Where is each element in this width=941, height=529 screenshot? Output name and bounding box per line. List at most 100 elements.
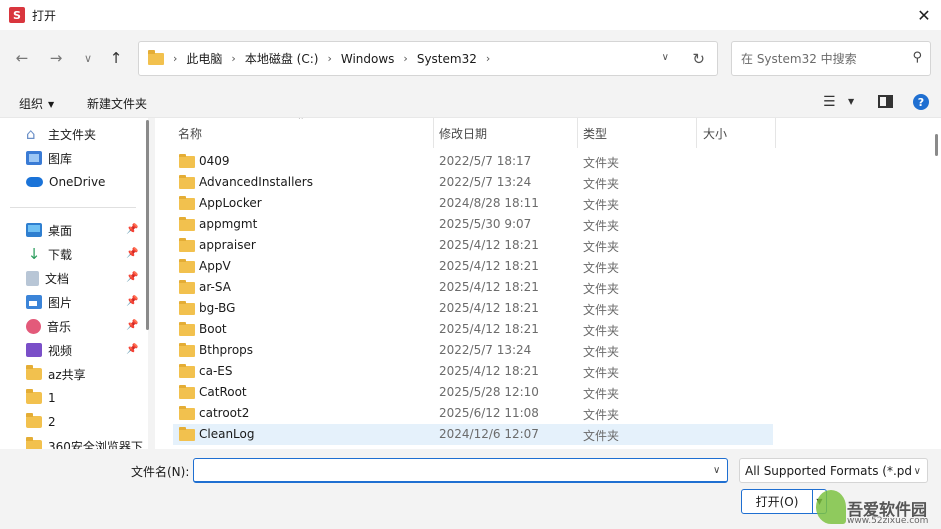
search-input[interactable]: 在 System32 中搜索 ⚲: [731, 41, 931, 76]
sidebar-item-pictures[interactable]: 图片 📌: [26, 291, 142, 313]
sidebar-item-gallery[interactable]: 图库: [26, 147, 142, 169]
app-icon: S: [9, 7, 25, 23]
file-modified: 2025/4/12 18:21: [439, 280, 539, 294]
file-type: 文件夹: [583, 429, 620, 443]
chevron-right-icon[interactable]: ›: [486, 52, 490, 65]
pin-icon[interactable]: 📌: [126, 224, 138, 235]
sidebar-item-documents[interactable]: 文档 📌: [26, 267, 142, 289]
file-modified: 2025/5/28 12:10: [439, 385, 539, 399]
file-row[interactable]: ca-ES 2025/4/12 18:21 文件夹: [173, 361, 773, 382]
file-modified: 2022/5/7 13:24: [439, 175, 532, 189]
open-options-button[interactable]: ▼: [813, 489, 827, 514]
folder-icon: [179, 301, 195, 315]
column-header-modified[interactable]: 修改日期: [439, 118, 577, 148]
pin-icon[interactable]: 📌: [126, 248, 138, 259]
file-type: 文件夹: [583, 387, 620, 401]
column-header-name[interactable]: 名称: [178, 118, 433, 148]
file-name: AppV: [199, 259, 231, 273]
back-button[interactable]: ←: [12, 48, 32, 68]
file-modified: 2022/5/7 13:24: [439, 343, 532, 357]
search-placeholder: 在 System32 中搜索: [741, 52, 857, 66]
file-list-scrollbar[interactable]: [935, 134, 938, 156]
pin-icon[interactable]: 📌: [126, 344, 138, 355]
breadcrumb-this-pc[interactable]: 此电脑: [186, 50, 222, 67]
arrow-right-icon: →: [49, 49, 63, 67]
sidebar-item-1[interactable]: 1: [26, 387, 142, 409]
column-divider[interactable]: [775, 118, 776, 148]
file-type-filter[interactable]: All Supported Formats (*.pd ∨: [739, 458, 928, 483]
sidebar-item-downloads[interactable]: ↓ 下载 📌: [26, 243, 142, 265]
file-type: 文件夹: [583, 282, 620, 296]
column-header-size[interactable]: 大小: [703, 118, 775, 148]
file-name: CleanLog: [199, 427, 255, 441]
file-row[interactable]: AppV 2025/4/12 18:21 文件夹: [173, 256, 773, 277]
filename-input[interactable]: [193, 458, 728, 483]
breadcrumb-local-disk[interactable]: 本地磁盘 (C:): [245, 50, 319, 67]
chevron-right-icon: ›: [327, 52, 332, 65]
pin-icon[interactable]: 📌: [126, 320, 138, 331]
pin-icon[interactable]: 📌: [126, 296, 138, 307]
search-icon[interactable]: ⚲: [912, 50, 922, 65]
file-row[interactable]: AdvancedInstallers 2022/5/7 13:24 文件夹: [173, 172, 773, 193]
file-row[interactable]: appraiser 2025/4/12 18:21 文件夹: [173, 235, 773, 256]
sidebar-item-2[interactable]: 2: [26, 411, 142, 433]
file-row[interactable]: AppLocker 2024/8/28 18:11 文件夹: [173, 193, 773, 214]
file-row[interactable]: catroot2 2025/6/12 11:08 文件夹: [173, 403, 773, 424]
file-type: 文件夹: [583, 156, 620, 170]
forward-button[interactable]: →: [46, 48, 66, 68]
chevron-down-icon[interactable]: ∨: [713, 465, 720, 476]
organize-button[interactable]: 组织 ▼: [19, 95, 54, 112]
new-folder-button[interactable]: 新建文件夹: [87, 95, 147, 112]
column-header-type[interactable]: 类型: [583, 118, 696, 148]
file-name: catroot2: [199, 406, 250, 420]
sidebar-item-music[interactable]: 音乐 📌: [26, 315, 142, 337]
sidebar-item-label: 主文件夹: [48, 127, 97, 142]
sidebar-item-az-share[interactable]: az共享: [26, 363, 142, 385]
sidebar-item-360-browser[interactable]: 360安全浏览器下: [26, 435, 143, 449]
open-button[interactable]: 打开(O): [741, 489, 813, 514]
column-divider[interactable]: [433, 118, 434, 148]
file-modified: 2025/5/30 9:07: [439, 217, 532, 231]
videos-icon: [26, 343, 42, 357]
file-row[interactable]: ar-SA 2025/4/12 18:21 文件夹: [173, 277, 773, 298]
sidebar-item-desktop[interactable]: 桌面 📌: [26, 219, 142, 241]
file-row[interactable]: Bthprops 2022/5/7 13:24 文件夹: [173, 340, 773, 361]
breadcrumb-system32[interactable]: System32: [417, 52, 477, 66]
up-button[interactable]: ↑: [106, 48, 126, 68]
folder-icon: [26, 365, 42, 380]
preview-pane-icon[interactable]: [878, 95, 893, 108]
arrow-up-icon: ↑: [109, 49, 123, 67]
address-dropdown-icon[interactable]: ∨: [662, 52, 669, 63]
sidebar-item-videos[interactable]: 视频 📌: [26, 339, 142, 361]
caret-down-icon[interactable]: ▼: [848, 97, 854, 106]
sidebar-scrollbar[interactable]: [146, 120, 149, 330]
recent-locations-button[interactable]: ∨: [78, 48, 98, 68]
folder-icon: [26, 389, 42, 404]
column-divider[interactable]: [577, 118, 578, 148]
file-row[interactable]: CatRoot 2025/5/28 12:10 文件夹: [173, 382, 773, 403]
file-row[interactable]: Boot 2025/4/12 18:21 文件夹: [173, 319, 773, 340]
navigation-pane: ⌂ 主文件夹 图库 OneDrive 桌面 📌 ↓ 下载 📌 文档 📌 图片 📌…: [0, 118, 148, 449]
sidebar-item-home[interactable]: ⌂ 主文件夹: [26, 123, 142, 145]
file-row[interactable]: bg-BG 2025/4/12 18:21 文件夹: [173, 298, 773, 319]
refresh-icon[interactable]: ↻: [692, 50, 705, 68]
download-icon: ↓: [27, 245, 41, 263]
file-type: 文件夹: [583, 219, 620, 233]
sidebar-item-onedrive[interactable]: OneDrive: [26, 171, 142, 193]
breadcrumb-windows[interactable]: Windows: [341, 52, 395, 66]
file-name: AdvancedInstallers: [199, 175, 313, 189]
close-button[interactable]: ✕: [913, 4, 935, 26]
address-bar[interactable]: › 此电脑 › 本地磁盘 (C:) › Windows › System32 ›…: [138, 41, 718, 76]
file-row[interactable]: 0409 2022/5/7 18:17 文件夹: [173, 151, 773, 172]
file-row[interactable]: appmgmt 2025/5/30 9:07 文件夹: [173, 214, 773, 235]
caret-down-icon: ▼: [816, 497, 823, 506]
caret-down-icon: ▼: [48, 100, 55, 109]
sidebar-item-label: az共享: [48, 367, 86, 382]
column-divider[interactable]: [696, 118, 697, 148]
file-row-selected[interactable]: CleanLog 2024/12/6 12:07 文件夹: [173, 424, 773, 445]
organize-label: 组织: [19, 97, 44, 111]
help-icon[interactable]: ?: [913, 94, 929, 110]
view-options-icon[interactable]: ☰: [823, 94, 836, 110]
pin-icon[interactable]: 📌: [126, 272, 138, 283]
folder-icon: [179, 154, 195, 168]
